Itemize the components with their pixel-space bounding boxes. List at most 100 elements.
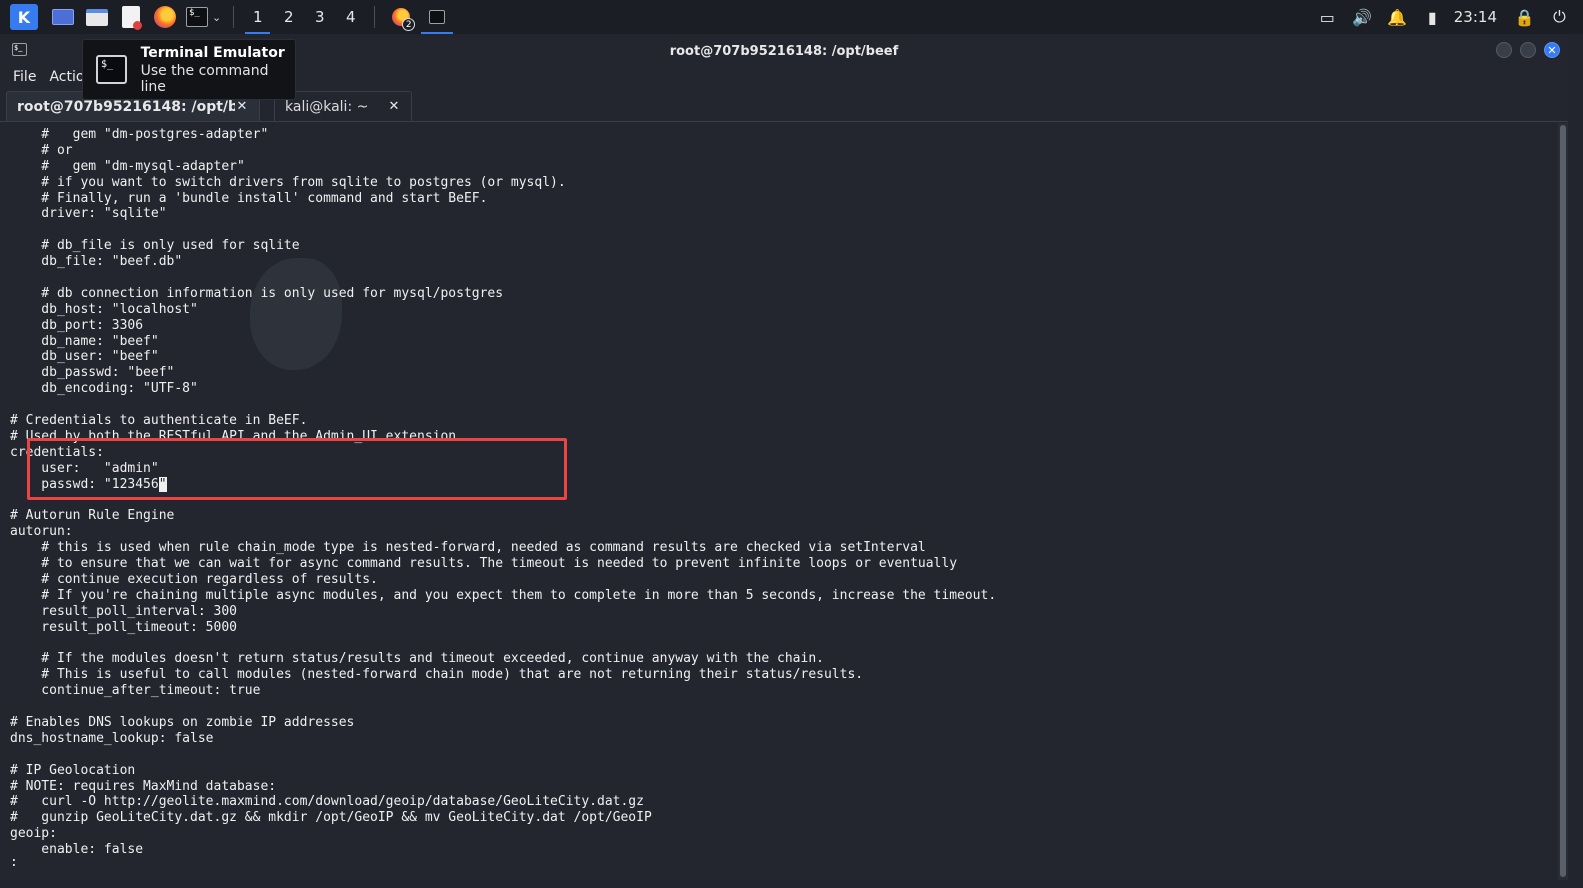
terminal-launcher-button[interactable]: $_ ⌄ — [186, 0, 221, 34]
terminal-line-text: # Finally, run a 'bundle install' comman… — [10, 190, 488, 206]
menu-file[interactable]: File — [0, 69, 43, 85]
workspace-2[interactable]: 2 — [273, 0, 304, 34]
app-menu-button[interactable]: K — [6, 0, 38, 34]
terminal-line: # If you're chaining multiple async modu… — [10, 588, 1558, 604]
terminal-line-text: # to ensure that we can wait for async c… — [10, 556, 958, 572]
chevron-down-icon[interactable]: ⌄ — [212, 11, 221, 24]
terminal-tooltip: $_ Terminal Emulator Use the command lin… — [82, 39, 296, 100]
terminal-output[interactable]: # gem "dm-postgres-adapter" # or # gem "… — [0, 123, 1558, 880]
lock-icon[interactable]: 🔒 — [1507, 0, 1542, 34]
terminal-line-text: db_passwd: "beef" — [10, 365, 175, 381]
terminal-line: db_user: "beef" — [10, 349, 1558, 365]
window-title: root@707b95216148: /opt/beef — [669, 43, 899, 59]
terminal-line-text: continue_after_timeout: true — [10, 683, 261, 699]
terminal-line-text: enable: false — [10, 842, 144, 858]
terminal-line-text: # this is used when rule chain_mode type… — [10, 540, 926, 556]
terminal-window: $_ root@707b95216148: /opt/beef ✕ File A… — [0, 38, 1568, 880]
workspace-3[interactable]: 3 — [304, 0, 335, 34]
terminal-line-text: credentials: — [10, 444, 104, 460]
volume-icon[interactable]: 🔊 — [1345, 0, 1380, 34]
terminal-line-text: # gunzip GeoLiteCity.dat.gz && mkdir /op… — [10, 810, 652, 826]
window-count-badge: 2 — [402, 18, 416, 31]
terminal-line-text: user: "admin" — [10, 460, 159, 476]
terminal-line-text: # if you want to switch drivers from sql… — [10, 174, 566, 190]
taskbar-firefox-window[interactable]: 2 — [383, 0, 419, 34]
terminal-line: # Autorun Rule Engine — [10, 508, 1558, 524]
terminal-line: result_poll_interval: 300 — [10, 604, 1558, 620]
terminal-line-text: # Used by both the RESTful API and the A… — [10, 428, 457, 444]
terminal-line-text: # IP Geolocation — [10, 762, 136, 778]
folder-icon — [86, 8, 108, 26]
panel-separator — [233, 6, 235, 28]
show-desktop-button[interactable] — [52, 0, 74, 34]
firefox-button[interactable] — [154, 0, 176, 34]
terminal-line: # NOTE: requires MaxMind database: — [10, 779, 1558, 795]
panel-separator — [374, 6, 376, 28]
close-button[interactable]: ✕ — [1544, 42, 1560, 58]
notification-bell-icon[interactable]: 🔔 — [1380, 0, 1415, 34]
terminal-line: enable: false — [10, 842, 1558, 858]
power-icon[interactable]: ⏻ — [1542, 0, 1577, 34]
terminal-line: geoip: — [10, 826, 1558, 842]
firefox-icon — [154, 6, 176, 28]
terminal-icon: $_ — [12, 43, 27, 56]
battery-icon[interactable]: ▮ — [1415, 0, 1450, 34]
terminal-line: # gem "dm-postgres-adapter" — [10, 127, 1558, 143]
maximize-button[interactable] — [1520, 42, 1536, 58]
terminal-line: # gunzip GeoLiteCity.dat.gz && mkdir /op… — [10, 810, 1558, 826]
minimize-button[interactable] — [1496, 42, 1512, 58]
terminal-line: # Finally, run a 'bundle install' comman… — [10, 191, 1558, 207]
terminal-line: db_host: "localhost" — [10, 302, 1558, 318]
terminal-line-text: dns_hostname_lookup: false — [10, 730, 214, 746]
workspace-4[interactable]: 4 — [335, 0, 366, 34]
terminal-line: continue_after_timeout: true — [10, 683, 1558, 699]
workspace-1[interactable]: 1 — [242, 0, 273, 34]
terminal-line: autorun: — [10, 524, 1558, 540]
terminal-line-text: db_encoding: "UTF-8" — [10, 381, 198, 397]
window-controls: ✕ — [1496, 42, 1560, 58]
terminal-line: # db connection information is only used… — [10, 286, 1558, 302]
terminal-line-text: db_port: 3306 — [10, 317, 144, 333]
terminal-line: db_port: 3306 — [10, 318, 1558, 334]
terminal-line-text: # db_file is only used for sqlite — [10, 238, 300, 254]
scrollbar-thumb[interactable] — [1560, 125, 1566, 877]
text-editor-icon — [122, 6, 142, 30]
terminal-line: db_encoding: "UTF-8" — [10, 381, 1558, 397]
terminal-line-text: result_poll_timeout: 5000 — [10, 619, 237, 635]
top-panel: K $_ ⌄ 1 2 3 4 2 ▭ 🔊 🔔 ▮ 23:14 🔒 ⏻ — [0, 0, 1583, 34]
terminal-line-text: # If you're chaining multiple async modu… — [10, 587, 997, 603]
pager-prompt: : — [10, 855, 18, 870]
taskbar-terminal-window[interactable] — [419, 0, 455, 34]
terminal-line: user: "admin" — [10, 461, 1558, 477]
clock[interactable]: 23:14 — [1450, 8, 1507, 26]
close-icon[interactable]: ✕ — [235, 99, 249, 114]
terminal-line-text: # db connection information is only used… — [10, 285, 504, 301]
text-editor-button[interactable] — [122, 0, 142, 34]
terminal-line-text: # Enables DNS lookups on zombie IP addre… — [10, 714, 355, 730]
text-cursor: " — [158, 476, 167, 492]
terminal-line-text: db_file: "beef.db" — [10, 254, 183, 270]
terminal-line-text: # continue execution regardless of resul… — [10, 571, 378, 587]
tooltip-title: Terminal Emulator — [140, 44, 285, 61]
terminal-line-text: # This is useful to call modules (nested… — [10, 667, 864, 683]
terminal-line-text: # Autorun Rule Engine — [10, 508, 175, 524]
terminal-line: db_passwd: "beef" — [10, 365, 1558, 381]
terminal-line-text: db_user: "beef" — [10, 349, 159, 365]
terminal-scrollbar[interactable] — [1558, 123, 1568, 880]
terminal-line: # curl -O http://geolite.maxmind.com/dow… — [10, 794, 1558, 810]
terminal-line-text: # If the modules doesn't return status/r… — [10, 651, 824, 667]
terminal-icon: $_ — [186, 7, 208, 27]
terminal-line: db_file: "beef.db" — [10, 254, 1558, 270]
terminal-icon: $_ — [96, 55, 127, 84]
close-icon[interactable]: ✕ — [387, 99, 401, 114]
tab-label: kali@kali: ~ — [285, 98, 369, 115]
display-icon[interactable]: ▭ — [1310, 0, 1345, 34]
terminal-line-text: db_host: "localhost" — [10, 301, 198, 317]
terminal-line: # continue execution regardless of resul… — [10, 572, 1558, 588]
file-manager-button[interactable] — [86, 0, 108, 34]
